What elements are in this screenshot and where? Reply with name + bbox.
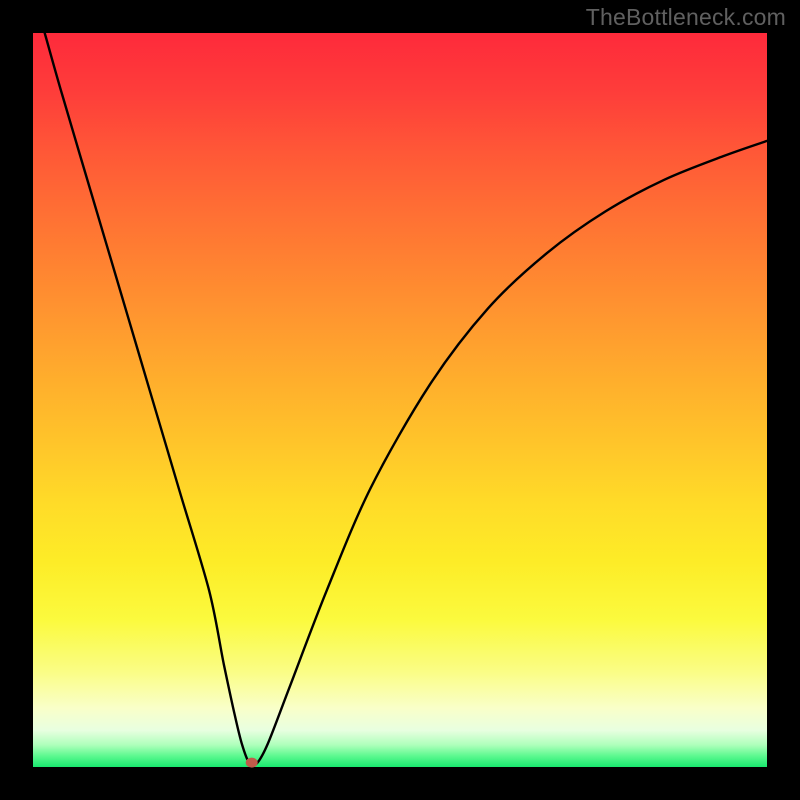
watermark-text: TheBottleneck.com <box>586 4 786 31</box>
plot-area <box>33 33 767 767</box>
minimum-marker <box>246 758 258 768</box>
bottleneck-curve <box>45 33 767 766</box>
curve-svg <box>33 33 767 767</box>
chart-frame: TheBottleneck.com <box>0 0 800 800</box>
